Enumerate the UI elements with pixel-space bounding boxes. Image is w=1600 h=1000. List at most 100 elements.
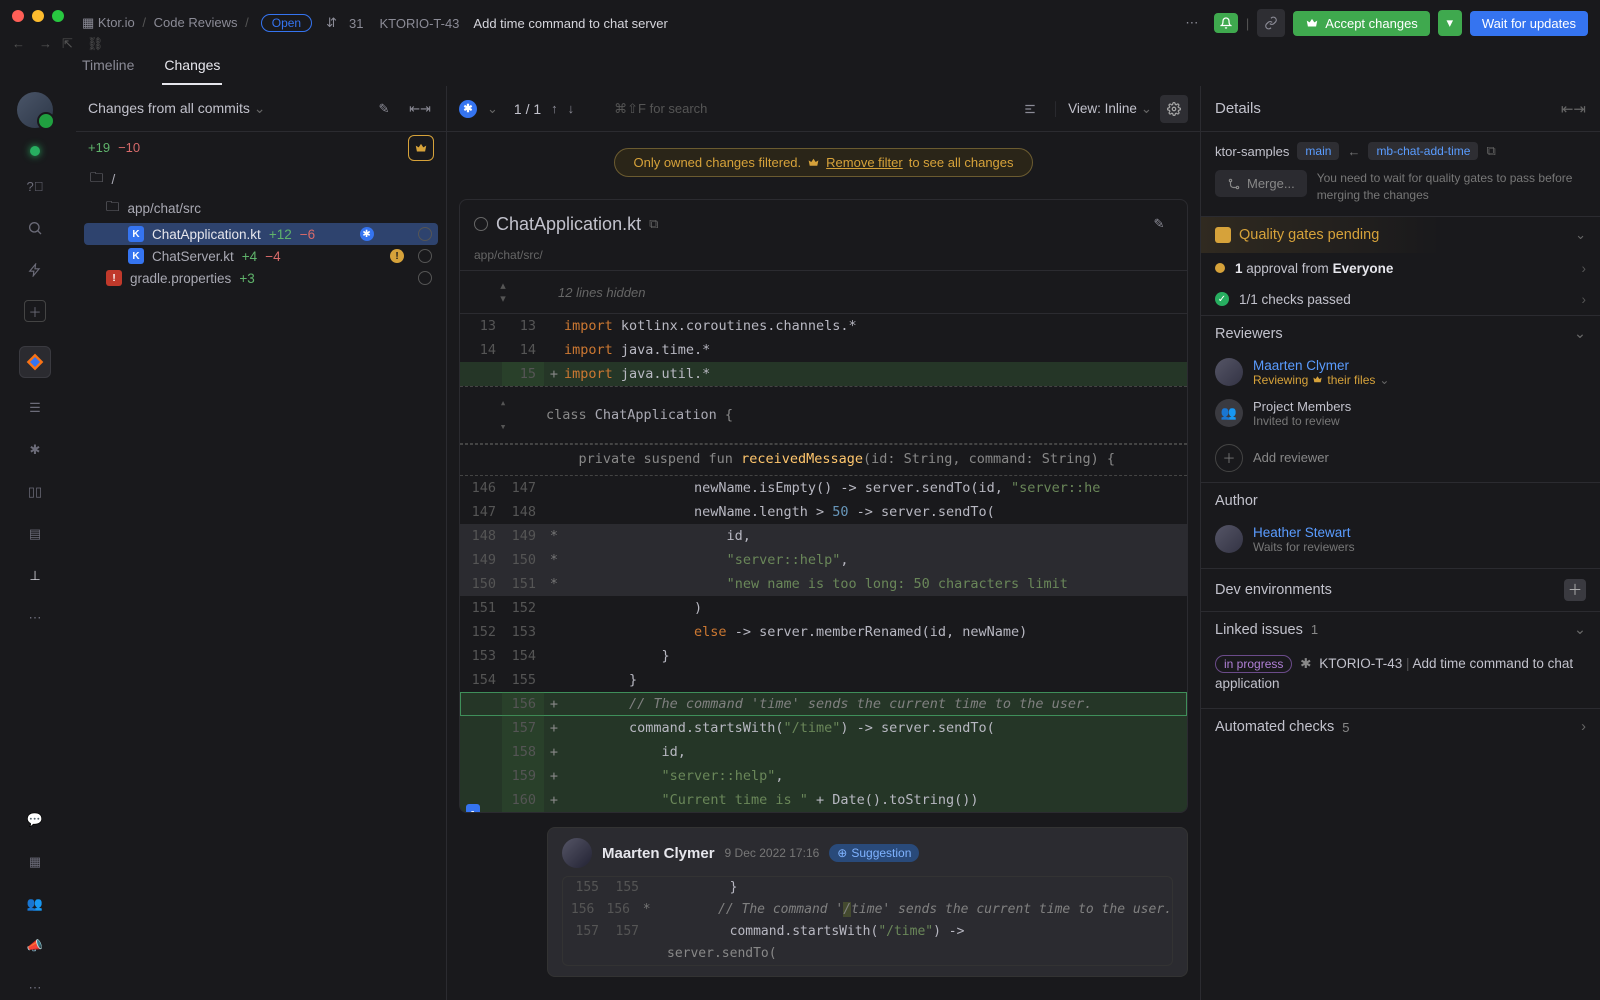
gear-icon[interactable] [1160, 95, 1188, 123]
tree-file-row[interactable]: K ChatServer.kt +4 −4 ! [84, 245, 438, 267]
nav-back-icon[interactable]: ← [12, 36, 25, 52]
rail-apps-icon[interactable]: ▦ [23, 850, 47, 874]
search-icon[interactable] [23, 216, 47, 240]
copy-branch-icon[interactable]: ⧉ [1486, 143, 1495, 159]
tab-changes[interactable]: Changes [162, 47, 222, 85]
file-read-ring[interactable] [418, 271, 432, 285]
quality-gate-icon [1215, 227, 1231, 243]
reviewer-row[interactable]: 👥 Project Members Invited to review [1201, 393, 1600, 434]
merge-button[interactable]: Merge... [1215, 170, 1307, 197]
changes-scope-dropdown[interactable]: Changes from all commits ⌄ [88, 100, 265, 117]
chevron-down-icon[interactable]: ⌄ [1574, 326, 1586, 342]
expand-fold[interactable]: ▴▾ [460, 279, 546, 305]
rail-docs-icon[interactable]: ▤ [23, 522, 47, 546]
rail-more-icon[interactable]: ⋯ [23, 606, 47, 630]
suggestion-badge: ⊕Suggestion [829, 844, 919, 862]
crown-icon [807, 156, 820, 169]
add-dev-env-button[interactable]: ＋ [1564, 579, 1586, 601]
repo-name[interactable]: ktor-samples [1215, 144, 1289, 159]
automation-icon[interactable] [23, 258, 47, 282]
file-read-toggle[interactable] [474, 217, 488, 231]
tree-root[interactable]: 🗀 / [84, 165, 438, 194]
link-icon[interactable] [1257, 9, 1285, 37]
quality-gates-section[interactable]: Quality gates pending ⌄ [1201, 216, 1600, 253]
linked-issue-row[interactable]: in progress ✱ KTORIO-T-43 | Add time com… [1201, 648, 1600, 709]
kotlin-file-icon: K [128, 226, 144, 242]
arrow-left-icon: ← [1347, 144, 1360, 159]
details-title: Details [1215, 100, 1261, 117]
owner-filter-badge[interactable] [408, 135, 434, 161]
nav-forward-icon[interactable]: → [39, 36, 52, 52]
author-row[interactable]: Heather Stewart Waits for reviewers [1201, 519, 1600, 560]
open-file-icon[interactable]: ⧉ [649, 216, 658, 232]
filter-active-badge[interactable]: ✱ [459, 100, 477, 118]
properties-file-icon: ! [106, 270, 122, 286]
tree-folder[interactable]: 🗀 app/chat/src [84, 194, 438, 223]
next-file-icon[interactable]: ↓ [568, 101, 575, 116]
filter-banner: Only owned changes filtered. Remove filt… [614, 148, 1032, 177]
chevron-down-icon[interactable]: ⌄ [1574, 622, 1586, 638]
breadcrumb-project[interactable]: Ktor.io [98, 15, 135, 30]
file-read-ring[interactable] [418, 249, 432, 263]
file-path: app/chat/src/ [460, 248, 1187, 270]
tree-file-row[interactable]: K ChatApplication.kt +12 −6 ✱ [84, 223, 438, 245]
commenter-avatar[interactable] [562, 838, 592, 868]
remove-filter-link[interactable]: Remove filter [826, 155, 903, 170]
rail-chat-icon[interactable]: 💬 [23, 808, 47, 832]
more-menu-icon[interactable]: ⋯ [1178, 9, 1206, 37]
accept-changes-split-button[interactable]: ▾ [1438, 10, 1462, 36]
edit-file-icon[interactable]: ✎ [1145, 210, 1173, 238]
edit-icon[interactable]: ✎ [370, 95, 398, 123]
window-traffic-lights [12, 10, 64, 22]
close-window[interactable] [12, 10, 24, 22]
group-avatar-icon: 👥 [1215, 399, 1243, 427]
prev-file-icon[interactable]: ↑ [551, 101, 558, 116]
add-reviewer-button[interactable]: ＋ Add reviewer [1201, 434, 1600, 482]
notifications-button[interactable] [1214, 13, 1238, 33]
wait-for-updates-button[interactable]: Wait for updates [1470, 11, 1588, 36]
crown-icon [1305, 16, 1319, 30]
comment-timestamp: 9 Dec 2022 17:16 [725, 846, 820, 860]
source-branch-chip[interactable]: mb-chat-add-time [1368, 142, 1478, 160]
plus-icon: ＋ [1215, 444, 1243, 472]
approval-row[interactable]: 1 approval from Everyone › [1201, 253, 1600, 284]
rail-star-icon[interactable]: ✱ [23, 438, 47, 462]
rail-team-icon[interactable]: 👥 [23, 892, 47, 916]
expand-panel-icon[interactable]: ⇤⇥ [1561, 100, 1586, 118]
diff-settings-icon[interactable] [1016, 95, 1044, 123]
rail-push-icon[interactable]: ⊥ [23, 564, 47, 588]
tab-timeline[interactable]: Timeline [80, 47, 136, 85]
search-hint[interactable]: ⌘⇧F for search [614, 101, 707, 117]
reviewer-avatar [1215, 358, 1243, 386]
commenter-name[interactable]: Maarten Clymer [602, 845, 715, 862]
comment-count-badge[interactable]: 1 [466, 804, 480, 813]
rail-board-icon[interactable]: ▯▯ [23, 480, 47, 504]
automated-checks-title: Automated checks [1215, 719, 1334, 735]
file-read-ring[interactable] [418, 227, 432, 241]
rail-announce-icon[interactable]: 📣 [23, 934, 47, 958]
activity-indicator[interactable] [30, 146, 40, 156]
ticket-id[interactable]: KTORIO-T-43 [379, 16, 459, 31]
minimize-window[interactable] [32, 10, 44, 22]
product-logo[interactable] [19, 346, 51, 378]
collapse-icon[interactable]: ⇤⇥ [406, 95, 434, 123]
rail-overflow-icon[interactable]: ⋯ [23, 976, 47, 1000]
author-avatar [1215, 525, 1243, 553]
chevron-right-icon[interactable]: › [1581, 719, 1586, 735]
accept-changes-button[interactable]: Accept changes [1293, 11, 1430, 36]
tree-file-row[interactable]: ! gradle.properties +3 [84, 267, 438, 289]
view-mode-select[interactable]: View: Inline ⌄ [1068, 101, 1152, 117]
diff-viewer: ✱ ⌄ 1 / 1 ↑ ↓ ⌘⇧F for search │ View: Inl… [446, 86, 1200, 1000]
breadcrumb-section[interactable]: Code Reviews [154, 15, 238, 30]
warning-badge: ! [390, 249, 404, 263]
user-avatar[interactable] [17, 92, 53, 128]
reviewer-row[interactable]: Maarten Clymer Reviewing their files ⌄ [1201, 352, 1600, 393]
merge-request-icon: ⇵ [326, 15, 337, 31]
maximize-window[interactable] [52, 10, 64, 22]
base-branch-chip[interactable]: main [1297, 142, 1339, 160]
expand-fold[interactable]: ▴▾ [460, 391, 546, 439]
checks-row[interactable]: ✓ 1/1 checks passed › [1201, 284, 1600, 315]
rail-list-icon[interactable]: ☰ [23, 396, 47, 420]
add-icon[interactable]: ＋ [24, 300, 46, 322]
help-icon[interactable]: ?⃝ [23, 174, 47, 198]
